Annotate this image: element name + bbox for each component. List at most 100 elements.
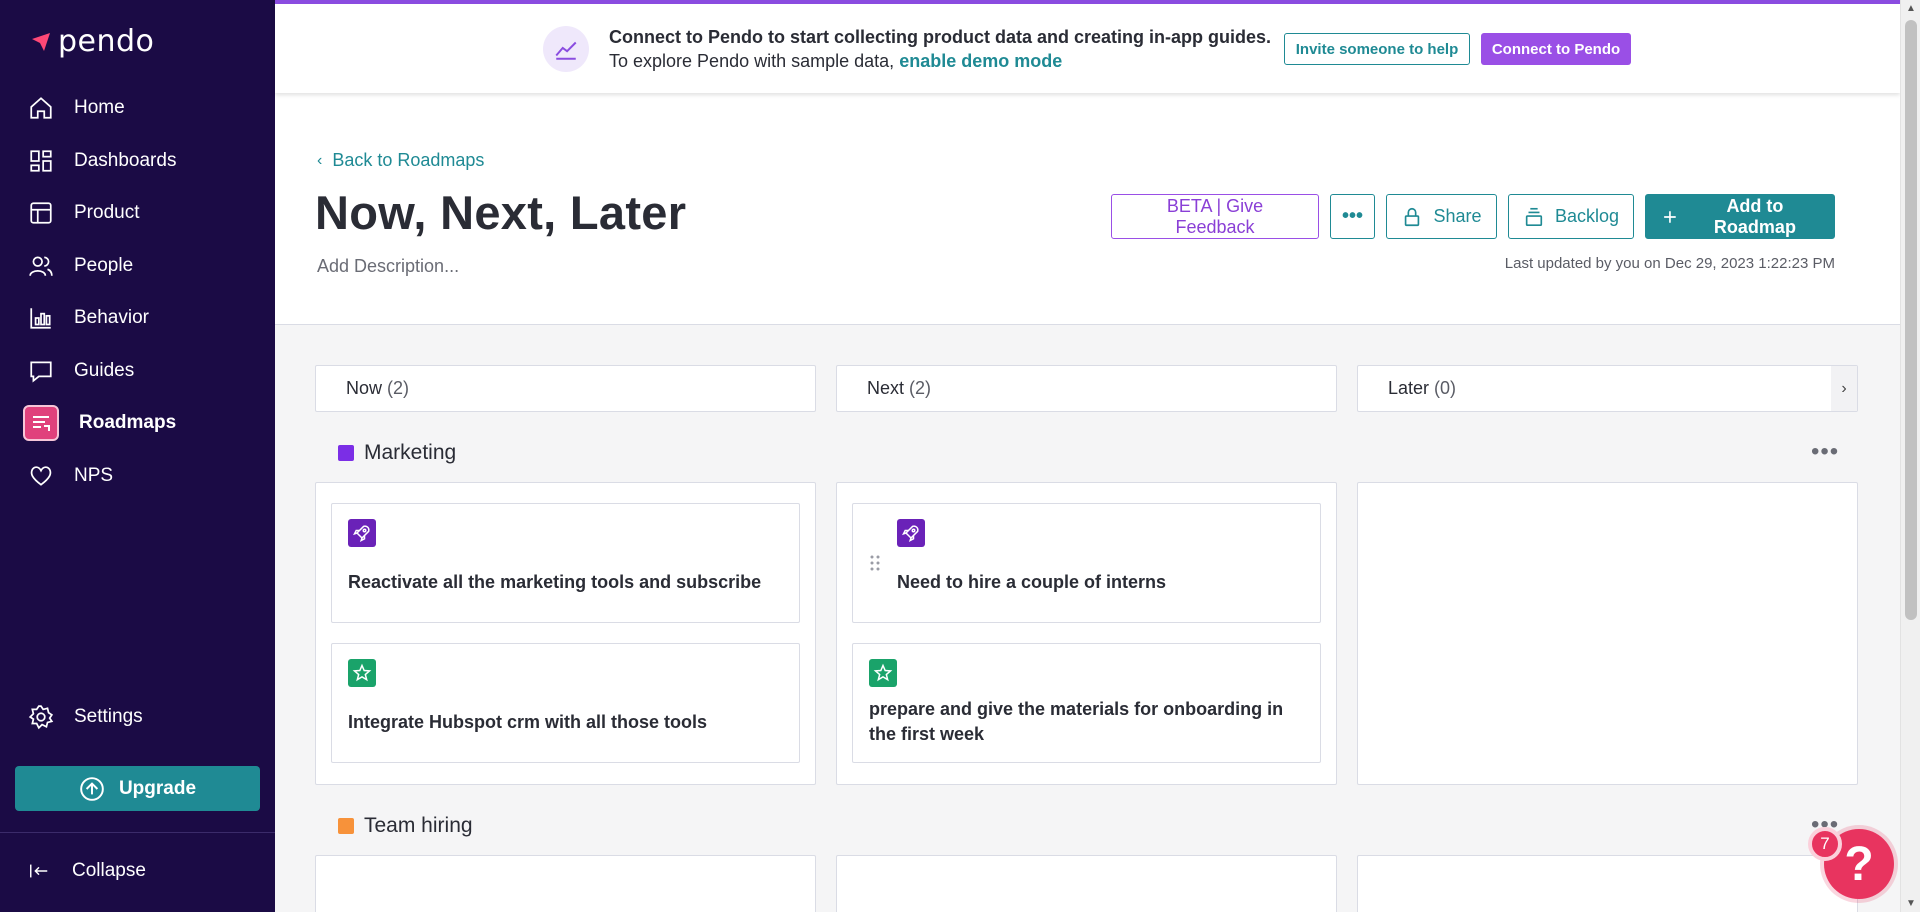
- lane-team-hiring-next: [836, 855, 1337, 912]
- sidebar-item-label: Behavior: [74, 307, 149, 329]
- settings-label: Settings: [74, 706, 143, 727]
- sidebar-item-nps[interactable]: NPS: [22, 450, 262, 503]
- guides-icon: [30, 361, 52, 383]
- scroll-up-icon[interactable]: ▲: [1906, 3, 1916, 14]
- scroll-down-icon[interactable]: ▼: [1906, 898, 1916, 909]
- sidebar-item-label: NPS: [74, 464, 114, 486]
- give-feedback-button[interactable]: BETA | Give Feedback: [1111, 194, 1319, 239]
- sidebar-item-label: Guides: [74, 359, 135, 381]
- last-updated-text: Last updated by you on Dec 29, 2023 1:22…: [1504, 255, 1835, 272]
- header-actions: BETA | Give Feedback ••• Share Backlog A…: [1111, 194, 1835, 239]
- product-icon: [30, 202, 52, 224]
- column-count: (0): [1434, 378, 1457, 398]
- plus-icon: [1664, 210, 1676, 223]
- back-label: Back to Roadmaps: [332, 150, 485, 170]
- rocket-icon: [348, 519, 376, 547]
- sidebar-item-settings[interactable]: Settings: [28, 704, 143, 730]
- roadmap-header: ‹ Back to Roadmaps Now, Next, Later Add …: [275, 93, 1900, 325]
- more-options-button[interactable]: •••: [1330, 194, 1375, 239]
- column-header-next[interactable]: Next (2): [836, 365, 1337, 412]
- sidebar-item-label: Roadmaps: [79, 412, 177, 434]
- column-label: Next: [867, 378, 905, 398]
- share-button[interactable]: Share: [1386, 194, 1497, 239]
- backlog-icon: [1525, 207, 1543, 226]
- page-scrollbar[interactable]: ▲ ▼: [1900, 0, 1920, 912]
- upgrade-button[interactable]: Upgrade: [15, 766, 260, 811]
- lane-marketing-later: [1357, 482, 1858, 785]
- sidebar-item-product[interactable]: Product: [22, 187, 262, 240]
- card-title: prepare and give the materials for onboa…: [869, 699, 1284, 744]
- help-label: ?: [1844, 837, 1874, 891]
- roadmap-card[interactable]: Integrate Hubspot crm with all those too…: [331, 643, 800, 763]
- sidebar-item-behavior[interactable]: Behavior: [22, 292, 262, 345]
- people-icon: [29, 256, 53, 276]
- group-title-marketing[interactable]: Marketing: [338, 441, 456, 465]
- drag-handle-icon[interactable]: [869, 554, 881, 572]
- add-to-roadmap-button[interactable]: Add to Roadmap: [1645, 194, 1835, 239]
- group-title-label: Team hiring: [364, 814, 473, 837]
- group-title-label: Marketing: [364, 441, 457, 464]
- banner-line-2: To explore Pendo with sample data, enabl…: [609, 49, 1271, 73]
- invite-someone-button[interactable]: Invite someone to help: [1284, 33, 1470, 65]
- group-color-swatch: [338, 818, 354, 834]
- backlog-label: Backlog: [1554, 206, 1619, 226]
- backlog-button[interactable]: Backlog: [1508, 194, 1634, 239]
- sidebar-item-label: Dashboards: [74, 149, 177, 171]
- dashboards-icon: [30, 150, 52, 172]
- chart-trend-icon: [543, 26, 589, 72]
- sidebar-item-guides[interactable]: Guides: [22, 345, 262, 398]
- sidebar-item-label: Product: [74, 202, 140, 224]
- roadmaps-icon-box: [23, 405, 59, 442]
- lane-team-hiring-now: [315, 855, 816, 912]
- sidebar-item-label: People: [74, 254, 134, 276]
- home-icon: [30, 97, 52, 119]
- add-to-roadmap-label: Add to Roadmap: [1713, 195, 1796, 237]
- notification-badge: 7: [1808, 827, 1842, 861]
- pendo-logo[interactable]: pendo: [28, 24, 154, 59]
- chevron-left-icon: ‹: [317, 151, 323, 169]
- rocket-icon: [897, 519, 925, 547]
- sidebar-divider: [0, 832, 275, 833]
- group-title-team-hiring[interactable]: Team hiring: [338, 814, 473, 838]
- group-color-swatch: [338, 445, 354, 461]
- roadmap-card[interactable]: Need to hire a couple of interns: [852, 503, 1321, 623]
- scrollbar-thumb[interactable]: [1905, 20, 1917, 620]
- description-field[interactable]: Add Description...: [317, 256, 459, 277]
- card-title: Reactivate all the marketing tools and s…: [348, 572, 762, 592]
- star-icon: [869, 659, 897, 687]
- sidebar-item-label: Home: [74, 97, 125, 119]
- roadmap-card[interactable]: Reactivate all the marketing tools and s…: [331, 503, 800, 623]
- sidebar-item-people[interactable]: People: [22, 240, 262, 293]
- column-count: (2): [909, 378, 932, 398]
- column-header-later[interactable]: Later (0) ›: [1357, 365, 1858, 412]
- column-label: Now: [346, 378, 383, 398]
- column-label: Later: [1388, 378, 1430, 398]
- behavior-icon: [30, 308, 51, 329]
- banner-line-2-prefix: To explore Pendo with sample data,: [609, 51, 895, 71]
- collapse-button[interactable]: Collapse: [28, 860, 146, 882]
- sidebar-item-dashboards[interactable]: Dashboards: [22, 135, 262, 188]
- page-title[interactable]: Now, Next, Later: [315, 185, 686, 240]
- share-label: Share: [1433, 206, 1482, 226]
- lock-icon: [1405, 207, 1420, 226]
- group-more-button[interactable]: •••: [1811, 440, 1839, 464]
- sidebar-item-home[interactable]: Home: [22, 82, 262, 135]
- back-to-roadmaps-link[interactable]: ‹ Back to Roadmaps: [317, 150, 484, 171]
- upgrade-label: Upgrade: [118, 777, 197, 799]
- gear-icon: [28, 705, 54, 730]
- banner-message: Connect to Pendo to start collecting pro…: [609, 25, 1271, 73]
- connect-banner: Connect to Pendo to start collecting pro…: [275, 0, 1900, 93]
- enable-demo-mode-link[interactable]: enable demo mode: [899, 51, 1062, 71]
- star-icon: [348, 659, 376, 687]
- roadmap-card[interactable]: prepare and give the materials for onboa…: [852, 643, 1321, 763]
- heart-icon: [30, 466, 52, 486]
- column-header-now[interactable]: Now (2): [315, 365, 816, 412]
- connect-to-pendo-button[interactable]: Connect to Pendo: [1481, 33, 1631, 65]
- roadmaps-icon: [33, 416, 50, 432]
- sidebar-item-roadmaps[interactable]: Roadmaps: [22, 397, 262, 450]
- collapse-icon: [30, 864, 48, 878]
- lane-team-hiring-later: [1357, 855, 1858, 912]
- collapse-label: Collapse: [72, 860, 146, 881]
- scroll-right-icon[interactable]: ›: [1831, 366, 1857, 411]
- logo-text: pendo: [58, 24, 155, 59]
